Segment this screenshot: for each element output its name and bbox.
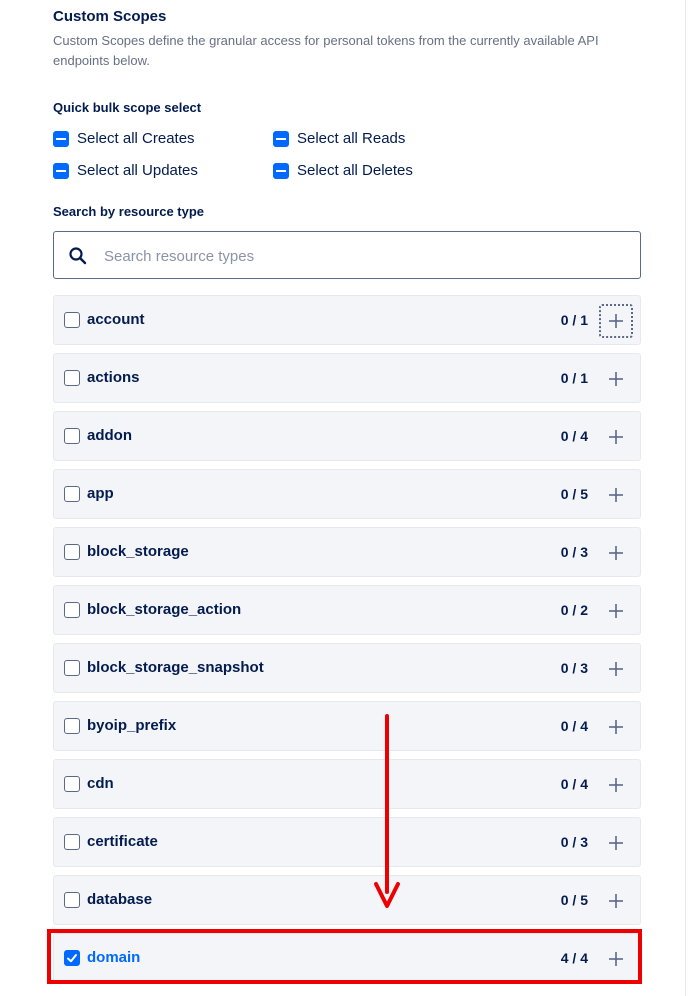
resource-checkbox[interactable] [64,544,80,560]
resource-row-database[interactable]: database 0 / 5 [53,875,641,925]
resource-checkbox[interactable] [64,834,80,850]
select-all-deletes[interactable]: Select all Deletes [273,162,413,179]
resource-checkbox[interactable] [64,776,80,792]
resource-name: addon [87,427,132,444]
resource-checkbox[interactable] [64,660,80,676]
resource-name: cdn [87,775,114,792]
indeterminate-checkbox-icon[interactable] [53,162,69,179]
resource-checkbox[interactable] [64,718,80,734]
resource-row-app[interactable]: app 0 / 5 [53,469,641,519]
resource-scope-count: 0 / 5 [560,892,588,908]
select-all-reads[interactable]: Select all Reads [273,130,405,147]
bulk-select-label: Quick bulk scope select [53,100,202,115]
select-all-deletes-label: Select all Deletes [297,162,413,179]
resource-name: domain [87,949,141,966]
custom-scopes-title: Custom Scopes [53,8,167,25]
search-icon [68,246,88,271]
resource-scope-count: 0 / 5 [560,486,588,502]
resource-scope-count: 0 / 3 [560,660,588,676]
resource-scope-count: 0 / 4 [560,428,588,444]
custom-scopes-description: Custom Scopes define the granular access… [53,33,599,68]
resource-scope-count: 0 / 1 [560,370,588,386]
expand-button[interactable] [599,768,633,802]
expand-button[interactable] [599,304,633,338]
resource-checkbox[interactable] [64,370,80,386]
resource-name: block_storage [87,543,189,560]
resource-scope-count: 0 / 3 [560,834,588,850]
expand-button[interactable] [599,594,633,628]
expand-button[interactable] [599,826,633,860]
expand-button[interactable] [599,652,633,686]
expand-button[interactable] [599,362,633,396]
resource-row-byoip_prefix[interactable]: byoip_prefix 0 / 4 [53,701,641,751]
resource-row-account[interactable]: account 0 / 1 [53,295,641,345]
resource-row-domain[interactable]: domain 4 / 4 [53,933,641,983]
resource-row-certificate[interactable]: certificate 0 / 3 [53,817,641,867]
resource-name: actions [87,369,140,386]
resource-checkbox[interactable] [64,312,80,328]
resource-checkbox[interactable] [64,602,80,618]
search-label: Search by resource type [53,204,205,219]
resource-name: certificate [87,833,158,850]
search-box [53,231,641,280]
expand-button[interactable] [599,478,633,512]
resource-name: app [87,485,114,502]
resource-name: block_storage_action [87,601,242,618]
resource-scope-count: 0 / 3 [560,544,588,560]
select-all-creates[interactable]: Select all Creates [53,130,195,147]
select-all-reads-label: Select all Reads [297,130,406,147]
search-input[interactable] [102,232,626,280]
resource-scope-count: 0 / 4 [560,776,588,792]
indeterminate-checkbox-icon[interactable] [273,130,289,147]
resource-row-cdn[interactable]: cdn 0 / 4 [53,759,641,809]
resource-checkbox[interactable] [64,486,80,502]
resource-name: byoip_prefix [87,717,177,734]
resource-row-block_storage_action[interactable]: block_storage_action 0 / 2 [53,585,641,635]
resource-row-block_storage_snapshot[interactable]: block_storage_snapshot 0 / 3 [53,643,641,693]
expand-button[interactable] [599,710,633,744]
resource-checkbox[interactable] [64,950,80,966]
resource-row-actions[interactable]: actions 0 / 1 [53,353,641,403]
select-all-updates[interactable]: Select all Updates [53,162,198,179]
resource-scope-count: 4 / 4 [560,950,588,966]
indeterminate-checkbox-icon[interactable] [53,130,69,147]
resource-name: database [87,891,153,908]
select-all-updates-label: Select all Updates [77,162,198,179]
resource-checkbox[interactable] [64,428,80,444]
resource-checkbox[interactable] [64,892,80,908]
resource-name: block_storage_snapshot [87,659,264,676]
resource-name: account [87,311,145,328]
resource-scope-count: 0 / 1 [560,312,588,328]
select-all-creates-label: Select all Creates [77,130,195,147]
resource-scope-count: 0 / 2 [560,602,588,618]
resource-row-block_storage[interactable]: block_storage 0 / 3 [53,527,641,577]
expand-button[interactable] [599,942,633,976]
expand-button[interactable] [599,420,633,454]
indeterminate-checkbox-icon[interactable] [273,162,289,179]
expand-button[interactable] [599,536,633,570]
resource-scope-count: 0 / 4 [560,718,588,734]
expand-button[interactable] [599,884,633,918]
resource-row-addon[interactable]: addon 0 / 4 [53,411,641,461]
